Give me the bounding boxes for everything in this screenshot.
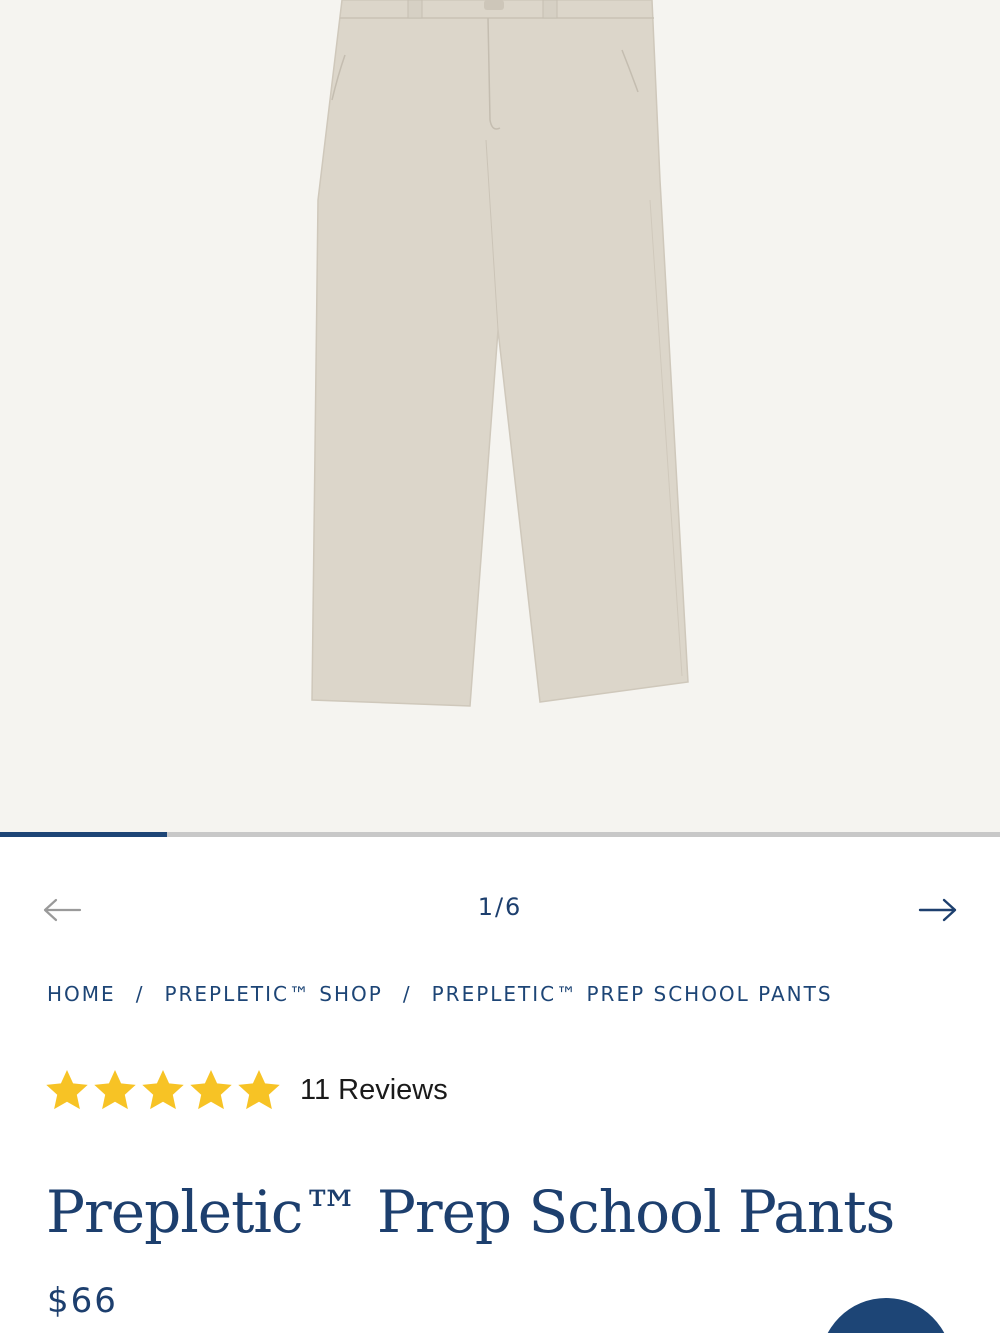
product-title: Prepletic™ Prep School Pants — [46, 1178, 895, 1246]
pants-shape — [311, 0, 689, 707]
product-rating[interactable]: 11 Reviews — [44, 1068, 448, 1112]
product-image-gallery[interactable] — [0, 0, 1000, 832]
gallery-progress-bar — [0, 832, 1000, 837]
product-price: $66 — [47, 1281, 118, 1321]
breadcrumb-current-product[interactable]: PREPLETIC™ PREP SCHOOL PANTS — [432, 982, 833, 1006]
breadcrumb-home[interactable]: HOME — [47, 982, 116, 1006]
breadcrumb-separator: / — [402, 982, 412, 1006]
chat-widget-button[interactable] — [820, 1298, 952, 1333]
reviews-count-link[interactable]: 11 Reviews — [300, 1074, 448, 1107]
breadcrumb-shop[interactable]: PREPLETIC™ SHOP — [164, 982, 382, 1006]
gallery-progress-fill — [0, 832, 167, 837]
gallery-counter: 1/6 — [477, 893, 523, 921]
star-icon — [238, 1070, 280, 1110]
next-image-button[interactable] — [916, 888, 960, 932]
star-rating — [44, 1068, 282, 1112]
breadcrumb-separator: / — [135, 982, 145, 1006]
star-icon — [46, 1070, 88, 1110]
arrow-right-icon — [918, 898, 957, 922]
previous-image-button[interactable] — [40, 888, 84, 932]
star-icon — [94, 1070, 136, 1110]
product-page: 1/6 HOME / PREPLETIC™ SHOP / PREPLETIC™ … — [0, 0, 1000, 1333]
product-image — [311, 0, 689, 707]
breadcrumb: HOME / PREPLETIC™ SHOP / PREPLETIC™ PREP… — [47, 982, 833, 1006]
arrow-left-icon — [43, 898, 82, 922]
star-icon — [142, 1070, 184, 1110]
star-icon — [190, 1070, 232, 1110]
